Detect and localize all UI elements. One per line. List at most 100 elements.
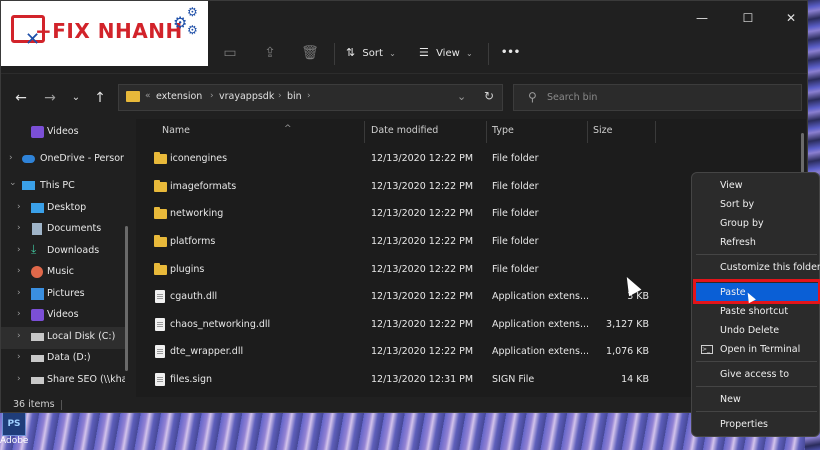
delete-icon[interactable]: 🗑 bbox=[299, 43, 321, 63]
column-divider[interactable] bbox=[587, 121, 588, 143]
menu-separator bbox=[696, 254, 817, 255]
menu-item-open-in-terminal[interactable]: >_ Open in Terminal bbox=[696, 340, 819, 359]
sidebar-item-videos-pinned[interactable]: Videos bbox=[1, 122, 125, 144]
refresh-icon[interactable]: ↻ bbox=[484, 89, 494, 103]
menu-item-undo-delete[interactable]: Undo Delete bbox=[696, 321, 819, 340]
menu-item-group-by[interactable]: Group by bbox=[696, 214, 819, 233]
sidebar-scrollbar[interactable] bbox=[125, 226, 128, 371]
menu-item-new[interactable]: New bbox=[696, 390, 819, 409]
menu-separator bbox=[696, 361, 817, 362]
view-button[interactable]: ☰ View ⌄ bbox=[419, 43, 473, 63]
column-header-type[interactable]: Type bbox=[492, 119, 582, 143]
minimize-button[interactable]: — bbox=[679, 7, 725, 29]
chevron-right-icon[interactable]: › bbox=[17, 331, 21, 341]
file-name: plugins bbox=[170, 264, 205, 275]
menu-item-properties[interactable]: Properties bbox=[696, 415, 819, 434]
sidebar-item-label: This PC bbox=[40, 180, 75, 191]
file-date: 12/13/2020 12:22 PM bbox=[371, 264, 474, 275]
chevron-right-icon[interactable]: › bbox=[17, 288, 21, 298]
column-divider[interactable] bbox=[655, 121, 656, 143]
chevron-right-icon[interactable]: › bbox=[17, 352, 21, 362]
sort-label: Sort bbox=[362, 48, 383, 59]
file-row[interactable]: iconengines 12/13/2020 12:22 PM File fol… bbox=[136, 146, 796, 173]
sidebar-item-local-disk-c[interactable]: › Local Disk (C:) bbox=[1, 327, 125, 349]
menu-item-label: Sort by bbox=[720, 199, 755, 210]
toolbar-divider bbox=[334, 43, 335, 65]
search-box[interactable]: ⚲ Search bin bbox=[513, 84, 802, 111]
sidebar-item-pictures[interactable]: › Pictures bbox=[1, 284, 125, 306]
sidebar-item-documents[interactable]: › Documents bbox=[1, 219, 125, 241]
menu-item-paste[interactable]: Paste bbox=[693, 279, 820, 304]
sort-button[interactable]: ⇅ Sort ⌄ bbox=[346, 43, 396, 63]
rename-icon[interactable]: ▭ bbox=[219, 43, 241, 63]
gear-icon: ⚙ bbox=[187, 5, 198, 19]
music-icon bbox=[31, 266, 43, 278]
column-header-name[interactable]: Name ^ bbox=[162, 119, 362, 143]
column-header-size[interactable]: Size bbox=[593, 119, 653, 143]
column-divider[interactable] bbox=[486, 121, 487, 143]
menu-item-label: New bbox=[720, 394, 741, 405]
maximize-button[interactable]: ☐ bbox=[725, 7, 771, 29]
menu-item-label: Group by bbox=[720, 218, 764, 229]
sidebar-item-data-d[interactable]: › Data (D:) bbox=[1, 348, 125, 370]
chevron-right-icon[interactable]: › bbox=[17, 309, 21, 319]
sidebar-item-downloads[interactable]: › ⤓ Downloads bbox=[1, 241, 125, 263]
file-size: 1,076 KB bbox=[606, 346, 649, 357]
menu-item-give-access[interactable]: Give access to bbox=[696, 365, 819, 384]
menu-item-label: View bbox=[720, 180, 743, 191]
file-list-scrollbar[interactable] bbox=[801, 133, 804, 173]
menu-item-sort-by[interactable]: Sort by bbox=[696, 195, 819, 214]
breadcrumb-extension[interactable]: extension bbox=[156, 91, 202, 102]
status-bar: 36 items bbox=[1, 397, 807, 413]
breadcrumb-separator-icon: › bbox=[278, 91, 282, 101]
menu-item-view[interactable]: View bbox=[696, 176, 819, 195]
forward-arrow-icon[interactable]: → bbox=[40, 88, 60, 108]
desktop-icon-label: Adobe bbox=[0, 436, 29, 446]
up-arrow-icon[interactable]: ↑ bbox=[90, 88, 110, 108]
file-type: File folder bbox=[492, 208, 539, 219]
menu-item-paste-shortcut[interactable]: Paste shortcut bbox=[696, 302, 819, 321]
chevron-right-icon[interactable]: › bbox=[17, 266, 21, 276]
overflow-chevron-icon[interactable]: « bbox=[145, 91, 151, 101]
recent-locations-chevron-icon[interactable]: ⌄ bbox=[66, 88, 86, 108]
back-arrow-icon[interactable]: ← bbox=[11, 88, 31, 108]
sidebar-item-videos[interactable]: › Videos bbox=[1, 305, 125, 327]
chevron-right-icon[interactable]: › bbox=[17, 245, 21, 255]
chevron-right-icon[interactable]: › bbox=[17, 202, 21, 212]
file-type: Application extens... bbox=[492, 346, 589, 357]
gear-icon: ⚙ bbox=[187, 23, 198, 37]
document-file-icon bbox=[155, 373, 165, 386]
sidebar-item-label: Share SEO (\\kha bbox=[47, 374, 125, 385]
column-header-date[interactable]: Date modified bbox=[371, 119, 481, 143]
file-name: imageformats bbox=[170, 181, 237, 192]
chevron-down-icon: ⌄ bbox=[389, 49, 396, 58]
documents-icon bbox=[32, 223, 42, 235]
chevron-right-icon[interactable]: › bbox=[17, 223, 21, 233]
file-name: files.sign bbox=[170, 374, 213, 385]
breadcrumb-vrayappsdk[interactable]: vrayappsdk bbox=[219, 91, 274, 102]
menu-item-refresh[interactable]: Refresh bbox=[696, 233, 819, 252]
share-icon[interactable]: ⇪ bbox=[259, 43, 281, 63]
menu-item-customize-folder[interactable]: Customize this folder... bbox=[696, 258, 820, 277]
menu-item-label: Customize this folder... bbox=[720, 262, 820, 273]
see-more-button[interactable]: ••• bbox=[501, 43, 520, 63]
sidebar-item-this-pc[interactable]: ⌄ This PC bbox=[1, 176, 125, 198]
sidebar-item-label: Videos bbox=[47, 126, 79, 137]
photoshop-desktop-icon[interactable]: PS bbox=[2, 412, 26, 436]
search-placeholder: Search bin bbox=[547, 92, 598, 103]
address-dropdown-chevron-icon[interactable]: ⌄ bbox=[457, 90, 466, 103]
breadcrumb-separator-icon: › bbox=[307, 91, 311, 101]
terminal-icon: >_ bbox=[701, 345, 713, 354]
chevron-right-icon[interactable]: › bbox=[9, 153, 13, 163]
sidebar-item-onedrive[interactable]: › OneDrive - Person bbox=[1, 149, 125, 171]
address-bar[interactable]: « extension › vrayappsdk › bin › ⌄ ↻ bbox=[118, 84, 503, 111]
column-divider[interactable] bbox=[364, 121, 365, 143]
file-name: iconengines bbox=[170, 153, 228, 164]
sidebar-item-music[interactable]: › Music bbox=[1, 262, 125, 284]
sidebar-item-share-seo[interactable]: › Share SEO (\\kha bbox=[1, 370, 125, 392]
chevron-down-icon[interactable]: ⌄ bbox=[9, 178, 17, 188]
close-button[interactable]: ✕ bbox=[768, 7, 814, 29]
chevron-right-icon[interactable]: › bbox=[17, 374, 21, 384]
breadcrumb-bin[interactable]: bin bbox=[287, 91, 302, 102]
sidebar-item-desktop[interactable]: › Desktop bbox=[1, 198, 125, 220]
